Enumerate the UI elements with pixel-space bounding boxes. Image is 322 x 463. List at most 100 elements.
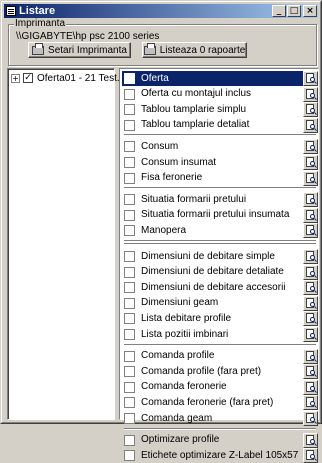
report-checkbox[interactable]	[124, 282, 135, 294]
tree-item-checkbox[interactable]: ✓	[23, 73, 33, 83]
report-row[interactable]: Situatia formarii pretului insumata	[122, 207, 318, 223]
report-label: Comanda profile (fara pret)	[141, 365, 262, 377]
report-checkbox[interactable]	[124, 397, 135, 409]
preview-icon[interactable]	[303, 364, 318, 380]
report-row[interactable]: Situatia formarii pretului	[122, 192, 318, 208]
report-checkbox[interactable]	[124, 88, 135, 100]
report-checkbox[interactable]	[124, 413, 135, 424]
preview-icon[interactable]	[303, 139, 318, 155]
report-row[interactable]: Tablou tamplarie simplu	[122, 102, 318, 118]
report-label: Oferta cu montajul inclus	[141, 88, 252, 100]
report-row[interactable]: Comanda profile (fara pret)	[122, 364, 318, 380]
preview-icon[interactable]	[303, 117, 318, 133]
offer-tree[interactable]: + ✓ Oferta01 - 21 Test.cfu	[7, 68, 133, 420]
maximize-button[interactable]: □	[287, 5, 301, 17]
preview-icon[interactable]	[303, 395, 318, 411]
group-separator	[124, 240, 316, 242]
report-checkbox[interactable]	[124, 450, 135, 462]
report-checkbox[interactable]	[124, 73, 135, 84]
report-row[interactable]: Manopera	[122, 223, 318, 239]
report-row[interactable]: Consum insumat	[122, 155, 318, 170]
report-label: Situatia formarii pretului	[141, 193, 247, 205]
report-checkbox[interactable]	[124, 434, 135, 446]
window-title: Listare	[19, 5, 56, 17]
printer-icon	[143, 42, 156, 55]
tree-item[interactable]: + ✓ Oferta01 - 21 Test.cfu	[11, 72, 133, 84]
report-label: Dimensiuni de debitare accesorii	[141, 281, 286, 293]
report-list[interactable]: Oferta Oferta cu montajul inclus Tablou ta…	[119, 68, 319, 463]
preview-icon[interactable]	[303, 311, 318, 327]
report-row[interactable]: Optimizare profile	[122, 432, 318, 448]
report-row[interactable]: Comanda profile	[122, 348, 318, 364]
report-checkbox[interactable]	[124, 350, 135, 362]
preview-icon[interactable]	[303, 348, 318, 364]
preview-icon[interactable]	[303, 155, 318, 170]
group-separator	[124, 134, 316, 137]
preview-icon[interactable]	[303, 280, 318, 296]
report-checkbox[interactable]	[124, 297, 135, 309]
close-button[interactable]: ×	[303, 5, 317, 17]
preview-icon[interactable]	[303, 86, 318, 102]
report-row[interactable]: Comanda feronerie	[122, 379, 318, 395]
group-separator	[124, 343, 316, 346]
report-checkbox[interactable]	[124, 157, 135, 168]
report-label: Oferta	[141, 71, 318, 86]
report-checkbox[interactable]	[124, 104, 135, 116]
report-label: Etichete optimizare Z-Label 105x57	[141, 449, 299, 461]
preview-icon[interactable]	[303, 207, 318, 223]
preview-icon[interactable]	[303, 327, 318, 342]
report-row[interactable]: Lista debitare profile	[122, 311, 318, 327]
group-separator	[124, 243, 316, 245]
report-checkbox[interactable]	[124, 141, 135, 153]
preview-icon[interactable]	[303, 71, 318, 86]
report-label: Comanda feronerie (fara pret)	[141, 396, 274, 408]
report-checkbox[interactable]	[124, 266, 135, 278]
report-checkbox[interactable]	[124, 172, 135, 184]
expand-icon[interactable]: +	[11, 73, 20, 83]
report-checkbox[interactable]	[124, 119, 135, 131]
print-reports-button[interactable]: Listeaza 0 rapoarte	[142, 42, 247, 58]
report-checkbox[interactable]	[124, 194, 135, 206]
report-row[interactable]: Dimensiuni de debitare simple	[122, 249, 318, 264]
report-checkbox[interactable]	[124, 209, 135, 221]
window-icon	[6, 6, 16, 16]
preview-icon[interactable]	[303, 170, 318, 186]
report-row[interactable]: Consum	[122, 139, 318, 155]
report-checkbox[interactable]	[124, 313, 135, 325]
report-row[interactable]: Lista pozitii imbinari	[122, 327, 318, 342]
report-checkbox[interactable]	[124, 251, 135, 262]
report-row[interactable]: Oferta	[122, 71, 318, 86]
preview-icon[interactable]	[303, 223, 318, 239]
preview-icon[interactable]	[303, 379, 318, 395]
report-row[interactable]: Etichete optimizare Z-Label 105x57	[122, 448, 318, 463]
preview-icon[interactable]	[303, 432, 318, 448]
report-checkbox[interactable]	[124, 381, 135, 393]
minimize-button[interactable]: _	[272, 5, 286, 17]
preview-icon[interactable]	[303, 448, 318, 463]
report-row[interactable]: Fisa feronerie	[122, 170, 318, 186]
report-row[interactable]: Dimensiuni de debitare accesorii	[122, 280, 318, 296]
printer-settings-button[interactable]: Setari Imprimanta	[28, 42, 131, 58]
group-separator	[124, 427, 316, 430]
report-checkbox[interactable]	[124, 366, 135, 378]
preview-icon[interactable]	[303, 249, 318, 264]
report-label: Dimensiuni de debitare detaliate	[141, 266, 284, 278]
printer-name: \\GIGABYTE\hp psc 2100 series	[16, 31, 160, 42]
report-label: Tablou tamplarie detaliat	[141, 119, 250, 131]
preview-icon[interactable]	[303, 295, 318, 311]
report-row[interactable]: Dimensiuni de debitare detaliate	[122, 264, 318, 280]
report-checkbox[interactable]	[124, 329, 135, 340]
report-label: Manopera	[141, 224, 187, 236]
preview-icon[interactable]	[303, 102, 318, 118]
report-row[interactable]: Tablou tamplarie detaliat	[122, 117, 318, 133]
preview-icon[interactable]	[303, 264, 318, 280]
report-checkbox[interactable]	[124, 225, 135, 237]
title-bar[interactable]: Listare _ □ ×	[4, 4, 318, 18]
printer-group-label: Imprimanta	[14, 18, 67, 29]
report-label: Fisa feronerie	[141, 172, 203, 184]
preview-icon[interactable]	[303, 192, 318, 208]
report-row[interactable]: Oferta cu montajul inclus	[122, 86, 318, 102]
report-label: Consum	[141, 140, 179, 152]
report-row[interactable]: Comanda feronerie (fara pret)	[122, 395, 318, 411]
report-row[interactable]: Dimensiuni geam	[122, 295, 318, 311]
